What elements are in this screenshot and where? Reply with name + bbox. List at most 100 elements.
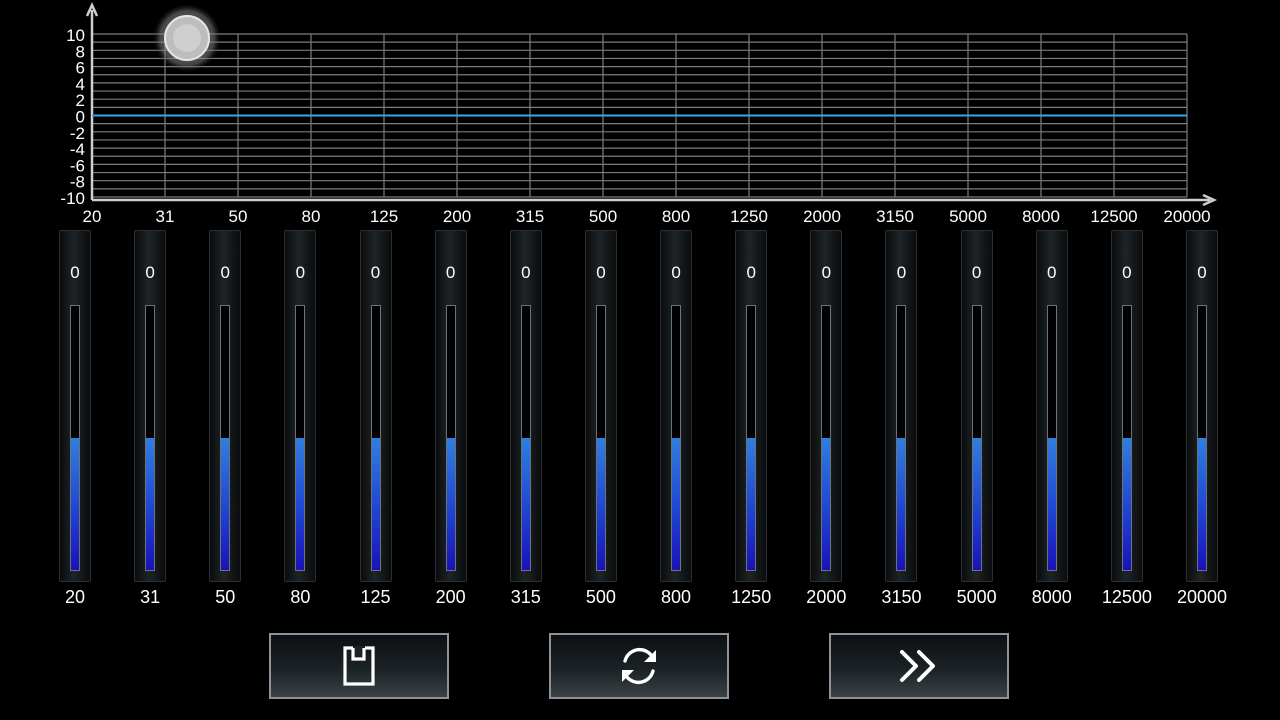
band-frequency-label: 12500 [1101,587,1152,607]
slider-fill [897,438,906,570]
y-tick-label: -10 [60,189,85,208]
slider-fill [521,438,530,570]
band-frequency-label: 20 [64,587,86,607]
x-tick-label: 2000 [803,207,841,226]
band-frequency-label: 31 [140,587,161,607]
band-slider-80[interactable]: 0 [284,230,317,582]
slider-track[interactable] [520,305,531,571]
slider-track[interactable] [896,305,907,571]
band-frequency-label: 2000 [806,587,847,607]
slider-fill [1047,438,1056,570]
slider-track[interactable] [671,305,682,571]
x-tick-label: 8000 [1022,207,1060,226]
eq-curve-graph: 1086420-2-4-6-8-1020 31 50 80 125 200 315 500 80… [60,1,1218,226]
band-frequency-label: 5000 [956,587,997,607]
band-gain-value: 0 [521,263,531,282]
save-button[interactable] [269,633,449,699]
x-tick-label: 50 [229,207,248,226]
x-tick-label: 12500 [1090,207,1137,226]
band-gain-value: 0 [220,263,230,282]
slider-track[interactable] [746,305,757,571]
band-slider-8000[interactable]: 0 [1035,230,1068,582]
curve-knob-center [173,24,201,52]
x-tick-label: 500 [589,207,617,226]
slider-fill [747,438,756,570]
band-frequency-label: 80 [290,587,311,607]
band-slider-31[interactable]: 0 [134,230,167,582]
slider-fill [1198,438,1206,570]
band-gain-value: 0 [971,263,982,282]
x-tick-label: 125 [370,207,398,226]
slider-track[interactable] [295,305,306,571]
band-frequency-label: 200 [435,587,466,607]
band-slider-200[interactable]: 0 [434,230,467,582]
slider-track[interactable] [1197,305,1207,571]
slider-fill [596,438,605,570]
slider-track[interactable] [70,305,80,571]
slider-track[interactable] [971,305,982,571]
band-slider-2000[interactable]: 0 [810,230,843,582]
x-tick-label: 1250 [730,207,768,226]
slider-fill [1122,438,1131,570]
slider-fill [672,438,681,570]
band-slider-20[interactable]: 0 [59,230,91,582]
band-gain-value: 0 [596,263,606,282]
reset-button[interactable] [549,633,729,699]
slider-fill [822,438,831,570]
slider-track[interactable] [220,305,231,571]
band-sliders: 0 0 0 0 0 0 0 0 0 0 0 0 0 0 0 0 [0,230,1280,585]
band-slider-1250[interactable]: 0 [735,230,768,582]
band-gain-value: 0 [145,263,155,282]
band-gain-value: 0 [1122,263,1132,282]
band-gain-value: 0 [671,263,681,282]
band-slider-50[interactable]: 0 [209,230,242,582]
band-gain-value: 0 [445,263,456,282]
slider-fill [446,438,455,570]
slider-track[interactable] [145,305,156,571]
x-tick-label: 3150 [876,207,914,226]
x-tick-label: 200 [443,207,471,226]
slider-track[interactable] [1121,305,1132,571]
refresh-icon [622,648,656,684]
band-gain-value: 0 [746,263,756,282]
slider-fill [296,438,305,570]
band-frequency-label: 20000 [1176,587,1228,607]
x-tick-label: 80 [302,207,321,226]
x-tick-label: 315 [516,207,544,226]
x-tick-label: 5000 [949,207,987,226]
band-gain-value: 0 [896,263,907,282]
band-slider-3150[interactable]: 0 [885,230,918,582]
band-frequency-label: 8000 [1031,587,1072,607]
band-slider-800[interactable]: 0 [660,230,693,582]
next-button[interactable] [829,633,1009,699]
band-slider-500[interactable]: 0 [584,230,617,582]
x-tick-label: 20 [83,207,102,226]
band-gain-value: 0 [370,263,381,282]
slider-track[interactable] [1046,305,1057,571]
slider-track[interactable] [445,305,456,571]
band-gain-value: 0 [1197,263,1207,282]
band-frequency-label: 1250 [731,587,772,607]
band-slider-20000[interactable]: 0 [1186,230,1218,582]
x-tick-label: 800 [662,207,690,226]
slider-track[interactable] [595,305,606,571]
band-slider-125[interactable]: 0 [359,230,392,582]
double-chevron-right-icon [900,650,935,682]
slider-fill [371,438,380,570]
slider-track[interactable] [370,305,381,571]
band-frequency-label: 500 [585,587,616,607]
band-frequency-label: 315 [510,587,541,607]
slider-track[interactable] [821,305,832,571]
band-frequency-label: 50 [215,587,236,607]
band-slider-5000[interactable]: 0 [960,230,993,582]
band-frequency-label: 125 [360,587,391,607]
band-frequency-label: 3150 [881,587,922,607]
band-frequency-label: 800 [661,587,692,607]
slider-fill [146,438,155,570]
band-gain-value: 0 [821,263,832,282]
band-slider-12500[interactable]: 0 [1110,230,1143,582]
slider-fill [221,438,230,570]
slider-fill [71,438,79,570]
x-tick-label: 31 [156,207,175,226]
band-slider-315[interactable]: 0 [509,230,542,582]
